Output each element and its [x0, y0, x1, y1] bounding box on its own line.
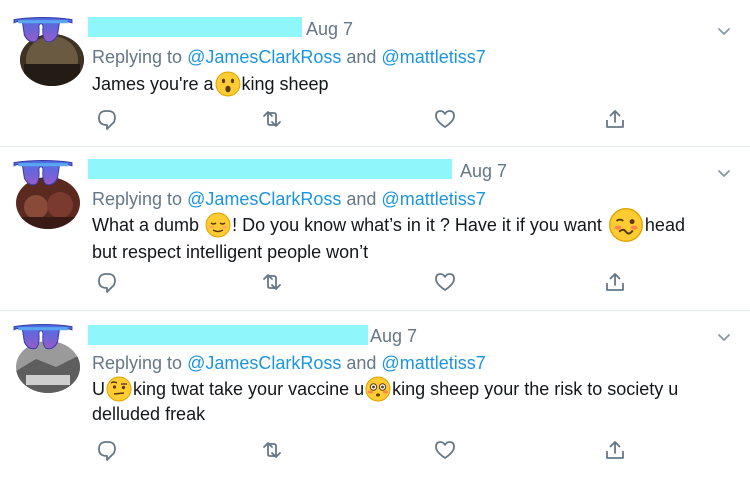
redacted-name: [88, 159, 452, 179]
reply-prefix: Replying to: [92, 353, 188, 373]
text-segment: king sheep your the risk to society u: [392, 379, 679, 399]
share-icon[interactable]: [604, 271, 626, 293]
text-segment: head: [644, 214, 685, 235]
replying-to-line: Replying to @JamesClarkRoss and @mattlet…: [92, 189, 486, 210]
text-segment: What a dumb: [92, 214, 205, 235]
text-segment: king twat take your vaccine u: [133, 379, 365, 399]
reply-handle[interactable]: @mattletiss7: [381, 189, 485, 209]
reply-handle[interactable]: @JamesClarkRoss: [187, 189, 341, 209]
reply-icon[interactable]: [96, 439, 118, 461]
tweet-text-line: U king twat take your vaccine u king she…: [92, 376, 679, 402]
reply-and: and: [341, 47, 382, 67]
tweet[interactable]: Aug 7 Replying to @JamesClarkRoss and @m…: [0, 311, 750, 479]
reply-prefix: Replying to: [92, 47, 188, 67]
reply-handle[interactable]: @mattletiss7: [381, 47, 485, 67]
tweet-actions: [92, 439, 652, 469]
reply-handle[interactable]: @mattletiss7: [381, 353, 485, 373]
reply-icon[interactable]: [96, 271, 118, 293]
redacted-name: [88, 17, 302, 37]
reply-and: and: [341, 353, 382, 373]
redacted-name: [88, 325, 368, 345]
retweet-icon[interactable]: [260, 108, 284, 130]
heart-icon[interactable]: [434, 108, 456, 130]
chevron-down-icon[interactable]: [716, 329, 732, 345]
share-icon[interactable]: [604, 108, 626, 130]
tweet-text: What a dumb ! Do you know what’s in it ?…: [92, 208, 685, 265]
raised-eyebrow-face-icon: [106, 376, 132, 402]
tweet[interactable]: Aug 7 Replying to @JamesClarkRoss and @m…: [0, 147, 750, 310]
sunglasses-sticker: [12, 159, 74, 187]
chevron-down-icon[interactable]: [716, 23, 732, 39]
share-icon[interactable]: [604, 439, 626, 461]
tweet[interactable]: Aug 7 Replying to @JamesClarkRoss and @m…: [0, 0, 750, 146]
reply-handle[interactable]: @JamesClarkRoss: [187, 47, 341, 67]
reply-handle[interactable]: @JamesClarkRoss: [187, 353, 341, 373]
reply-prefix: Replying to: [92, 189, 188, 209]
tweet-date[interactable]: Aug 7: [306, 19, 353, 40]
text-segment: king sheep: [241, 74, 329, 94]
text-segment: ! Do you know what’s in it ? Have it if …: [232, 214, 607, 235]
relieved-face-icon: [205, 212, 231, 238]
tweet-actions: [92, 271, 652, 301]
heart-icon[interactable]: [434, 439, 456, 461]
flushed-face-icon: [365, 376, 391, 402]
text-segment: James you're a: [92, 74, 214, 94]
tweet-text-line: What a dumb ! Do you know what’s in it ?…: [92, 208, 685, 242]
tweet-date[interactable]: Aug 7: [460, 161, 507, 182]
retweet-icon[interactable]: [260, 439, 284, 461]
reply-icon[interactable]: [96, 108, 118, 130]
chevron-down-icon[interactable]: [716, 165, 732, 181]
sunglasses-sticker: [12, 323, 74, 351]
tweet-text-line: but respect intelligent people won’t: [92, 242, 369, 262]
heart-icon[interactable]: [434, 271, 456, 293]
text-segment: U: [92, 379, 105, 399]
reply-and: and: [341, 189, 382, 209]
replying-to-line: Replying to @JamesClarkRoss and @mattlet…: [92, 353, 486, 374]
tweet-actions: [92, 108, 652, 138]
tweet-text-line: delluded freak: [92, 404, 206, 424]
sunglasses-sticker: [12, 16, 74, 44]
tweet-date[interactable]: Aug 7: [370, 326, 417, 347]
retweet-icon[interactable]: [260, 271, 284, 293]
tweet-text: U king twat take your vaccine u king she…: [92, 376, 679, 427]
astonished-face-icon: [215, 71, 240, 97]
woozy-face-icon: [608, 208, 643, 242]
tweet-text: James you're a king sheep: [92, 71, 329, 97]
replying-to-line: Replying to @JamesClarkRoss and @mattlet…: [92, 47, 486, 68]
